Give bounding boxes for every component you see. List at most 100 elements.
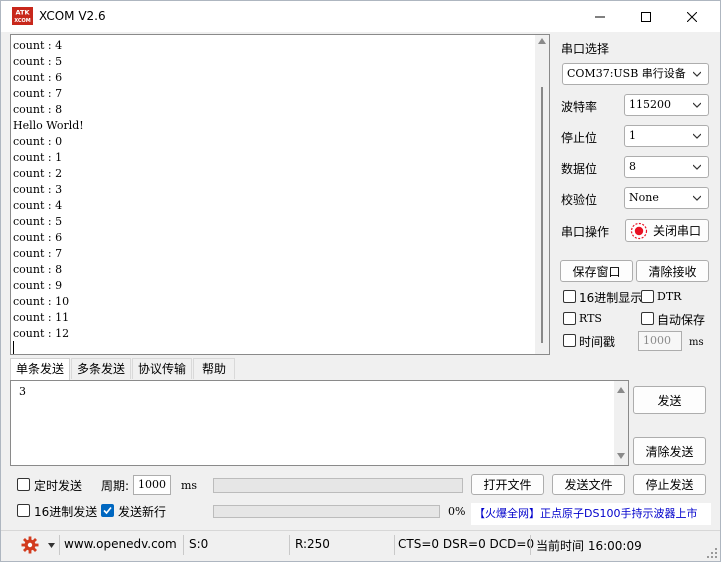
status-signals: CTS=0 DSR=0 DCD=0 (398, 537, 535, 551)
tab-single-send[interactable]: 单条发送 (10, 358, 70, 380)
send-textarea[interactable]: 3 (10, 380, 629, 466)
receive-text: count : 4 count : 5 count : 6 count : 7 coun… (13, 38, 84, 342)
port-select-label: 串口选择 (561, 42, 610, 56)
status-divider (394, 535, 395, 555)
receive-scroll-thumb[interactable] (541, 87, 543, 343)
baud-label: 波特率 (561, 100, 598, 114)
receive-line: count : 2 (13, 167, 63, 180)
stop-bits-select[interactable]: 1 (624, 125, 709, 147)
receive-line: count : 1 (13, 151, 63, 164)
status-time: 当前时间 16:00:09 (536, 539, 642, 553)
send-progress-bar (213, 505, 440, 518)
hex-send-checkbox[interactable] (17, 504, 30, 517)
promo-link[interactable]: 【火爆全网】正点原子DS100手持示波器上市 (471, 503, 711, 525)
receive-textarea[interactable]: count : 4 count : 5 count : 6 count : 7 coun… (10, 34, 550, 355)
status-bar: www.openedv.com S:0 R:250 CTS=0 DSR=0 DC… (1, 530, 720, 561)
hex-display-label: 16进制显示 (579, 291, 643, 305)
status-divider (59, 535, 60, 555)
send-text: 3 (19, 385, 26, 398)
timestamp-ms-input[interactable]: 1000 (638, 331, 682, 351)
send-button[interactable]: 发送 (633, 386, 706, 414)
baud-select[interactable]: 115200 (624, 94, 709, 116)
open-file-button[interactable]: 打开文件 (471, 474, 544, 495)
receive-line: count : 10 (13, 295, 70, 308)
dtr-checkbox[interactable] (641, 290, 654, 303)
tab-help[interactable]: 帮助 (193, 358, 235, 379)
port-operation-label: 串口操作 (561, 225, 610, 239)
receive-line: count : 3 (13, 183, 63, 196)
close-button[interactable] (669, 1, 715, 32)
status-divider (289, 535, 290, 555)
timed-send-checkbox[interactable] (17, 478, 30, 491)
dropdown-arrow-icon[interactable] (48, 543, 55, 548)
receive-line: count : 6 (13, 231, 63, 244)
period-input[interactable]: 1000 (133, 475, 171, 495)
maximize-icon (641, 11, 651, 22)
receive-line: count : 7 (13, 247, 63, 260)
stop-bits-value: 1 (629, 129, 636, 142)
save-window-button[interactable]: 保存窗口 (560, 260, 633, 282)
maximize-button[interactable] (623, 1, 669, 32)
status-url[interactable]: www.openedv.com (64, 537, 177, 551)
svg-text:ATK: ATK (16, 9, 31, 17)
atk-logo-icon: ATK XCOM (12, 7, 33, 25)
tab-multi-send[interactable]: 多条发送 (71, 358, 131, 379)
window-title: XCOM V2.6 (39, 9, 106, 23)
receive-line: count : 8 (13, 263, 63, 276)
timed-send-label: 定时发送 (34, 479, 83, 493)
data-bits-select[interactable]: 8 (624, 156, 709, 178)
chevron-down-icon (693, 195, 701, 201)
dtr-label: DTR (657, 290, 682, 303)
gear-icon[interactable] (21, 536, 39, 554)
receive-line: count : 12 (13, 327, 70, 340)
period-label: 周期: (101, 479, 130, 493)
receive-line: count : 9 (13, 279, 63, 292)
rts-label: RTS (579, 312, 602, 325)
scroll-up-icon (538, 38, 546, 44)
close-port-button[interactable]: 关闭串口 (625, 219, 709, 242)
receive-scrollbar[interactable] (535, 35, 549, 354)
rts-checkbox[interactable] (563, 312, 576, 325)
stop-bits-label: 停止位 (561, 131, 598, 145)
data-bits-label: 数据位 (561, 162, 598, 176)
period-unit: ms (181, 479, 198, 492)
close-port-label: 关闭串口 (653, 224, 702, 238)
send-newline-checkbox[interactable] (101, 504, 114, 517)
receive-line: count : 4 (13, 199, 63, 212)
stop-send-button[interactable]: 停止发送 (633, 474, 706, 495)
svg-text:XCOM: XCOM (14, 18, 31, 24)
parity-value: None (629, 191, 659, 204)
auto-save-checkbox[interactable] (641, 312, 654, 325)
parity-select[interactable]: None (624, 187, 709, 209)
close-icon (687, 11, 697, 22)
chevron-down-icon (693, 102, 701, 108)
parity-label: 校验位 (561, 193, 598, 207)
tab-protocol[interactable]: 协议传输 (132, 358, 192, 379)
receive-line: count : 0 (13, 135, 63, 148)
chevron-down-icon (693, 164, 701, 170)
port-select[interactable]: COM37:USB 串行设备 (562, 63, 709, 85)
status-divider (183, 535, 184, 555)
auto-save-label: 自动保存 (657, 313, 706, 327)
send-scrollbar[interactable] (614, 381, 628, 465)
receive-line: Hello World! (13, 119, 84, 132)
timestamp-checkbox[interactable] (563, 334, 576, 347)
send-file-button[interactable]: 发送文件 (552, 474, 625, 495)
scroll-up-icon (617, 387, 625, 393)
checkmark-icon (103, 506, 112, 515)
clear-receive-button[interactable]: 清除接收 (636, 260, 709, 282)
data-bits-value: 8 (629, 160, 636, 173)
receive-line: count : 5 (13, 215, 63, 228)
minimize-button[interactable] (577, 1, 623, 32)
resize-grip-icon[interactable] (707, 548, 717, 558)
status-received-count: R:250 (295, 537, 330, 551)
receive-line: count : 11 (13, 311, 70, 324)
hex-display-checkbox[interactable] (563, 290, 576, 303)
receive-line: count : 6 (13, 71, 63, 84)
clear-send-button[interactable]: 清除发送 (633, 437, 706, 465)
title-bar[interactable]: ATK XCOM XCOM V2.6 (1, 1, 720, 32)
chevron-down-icon (693, 71, 701, 77)
scroll-down-icon (617, 453, 625, 459)
hex-send-label: 16进制发送 (34, 505, 98, 519)
receive-line: count : 7 (13, 87, 63, 100)
